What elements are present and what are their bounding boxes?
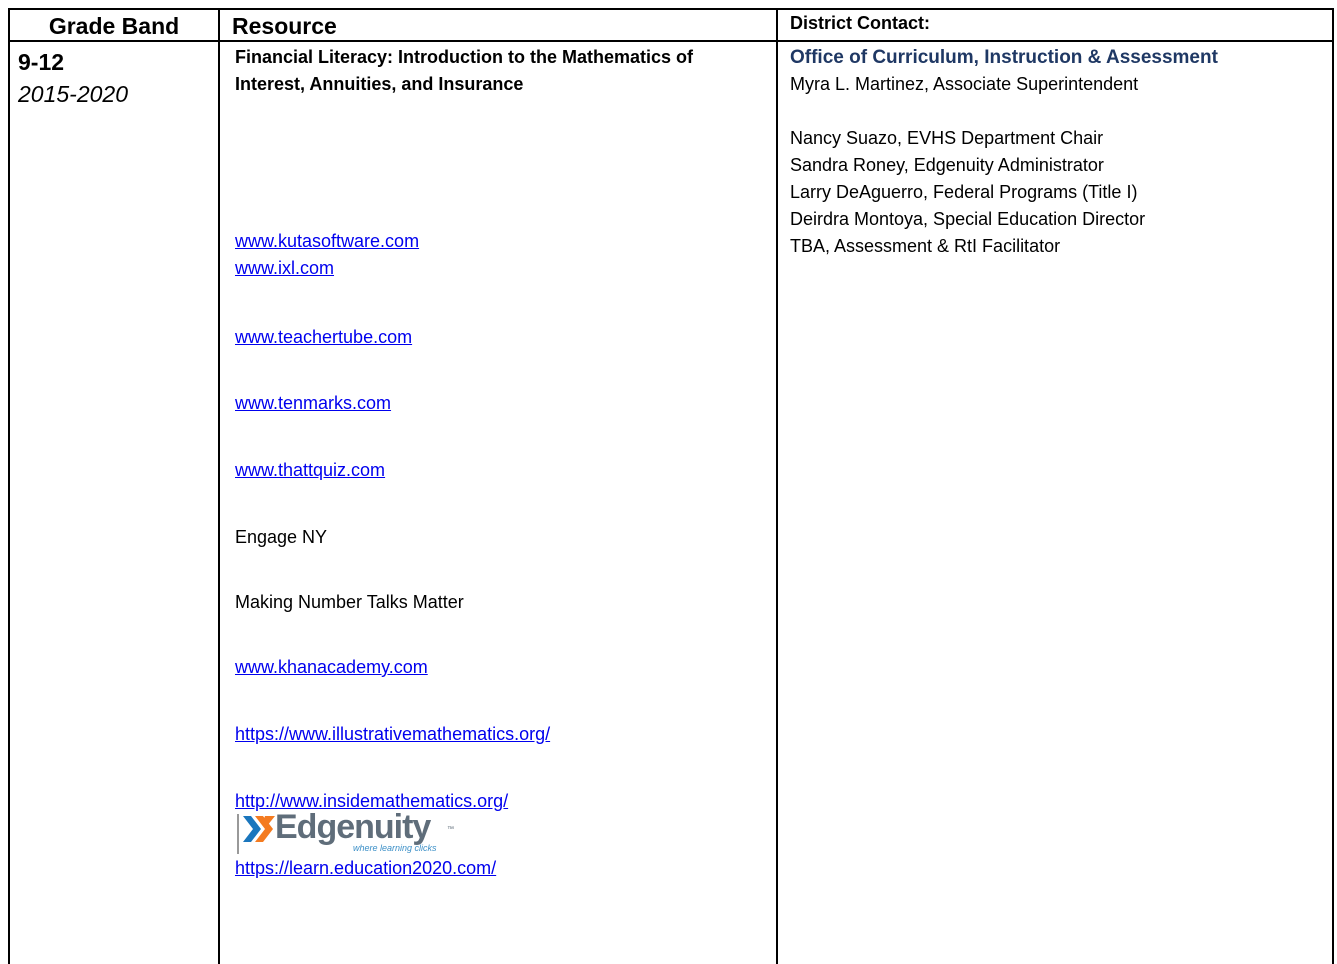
- column-divider-2: [776, 10, 778, 964]
- logo-tagline: where learning clicks: [353, 843, 437, 853]
- link-tenmarks[interactable]: www.tenmarks.com: [235, 390, 391, 417]
- contact-person: Sandra Roney, Edgenuity Administrator: [790, 155, 1104, 175]
- resource-cell: Financial Literacy: Introduction to the …: [235, 44, 775, 878]
- header-divider: [10, 40, 1332, 42]
- header-resource: Resource: [232, 13, 337, 39]
- resource-title: Financial Literacy: Introduction to the …: [235, 47, 694, 94]
- contact-person: Deirdra Montoya, Special Education Direc…: [790, 209, 1146, 229]
- contact-cell: Office of Curriculum, Instruction & Asse…: [790, 44, 1330, 260]
- grade-cell: 9-12 2015-2020: [18, 46, 208, 110]
- contact-person: Nancy Suazo, EVHS Department Chair: [790, 128, 1104, 148]
- header-grade-band: Grade Band: [48, 13, 180, 39]
- edgenuity-logo: Edgenuity ™ where learning clicks: [235, 808, 475, 854]
- contact-lead: Myra L. Martinez, Associate Superintende…: [790, 74, 1139, 94]
- logo-edge-bar: [237, 814, 239, 854]
- link-teachertube[interactable]: www.teachertube.com: [235, 324, 412, 351]
- link-ixl[interactable]: www.ixl.com: [235, 255, 334, 282]
- logo-brand-text: Edgenuity: [275, 808, 431, 846]
- link-illustrativemathematics[interactable]: https://www.illustrativemathematics.org/: [235, 721, 550, 748]
- contact-person: Larry DeAguerro, Federal Programs (Title…: [790, 182, 1138, 202]
- column-divider-1: [218, 10, 220, 964]
- link-thattquiz[interactable]: www.thattquiz.com: [235, 457, 385, 484]
- office-name: Office of Curriculum, Instruction & Asse…: [790, 47, 1218, 68]
- contact-person: TBA, Assessment & RtI Facilitator: [790, 236, 1061, 256]
- link-kutasoftware[interactable]: www.kutasoftware.com: [235, 228, 419, 255]
- resource-number-talks: Making Number Talks Matter: [235, 592, 464, 612]
- header-district-contact: District Contact:: [790, 13, 931, 33]
- resource-engage-ny: Engage NY: [235, 527, 328, 547]
- edgenuity-x-logo-icon: [243, 816, 275, 842]
- link-khanacademy[interactable]: www.khanacademy.com: [235, 654, 428, 681]
- grade-years: 2015-2020: [18, 81, 128, 107]
- logo-trademark: ™: [447, 826, 454, 833]
- grade-band-value: 9-12: [18, 49, 65, 75]
- resource-table: Grade Band Resource District Contact: 9-…: [8, 8, 1334, 964]
- link-education2020[interactable]: https://learn.education2020.com/: [235, 855, 496, 882]
